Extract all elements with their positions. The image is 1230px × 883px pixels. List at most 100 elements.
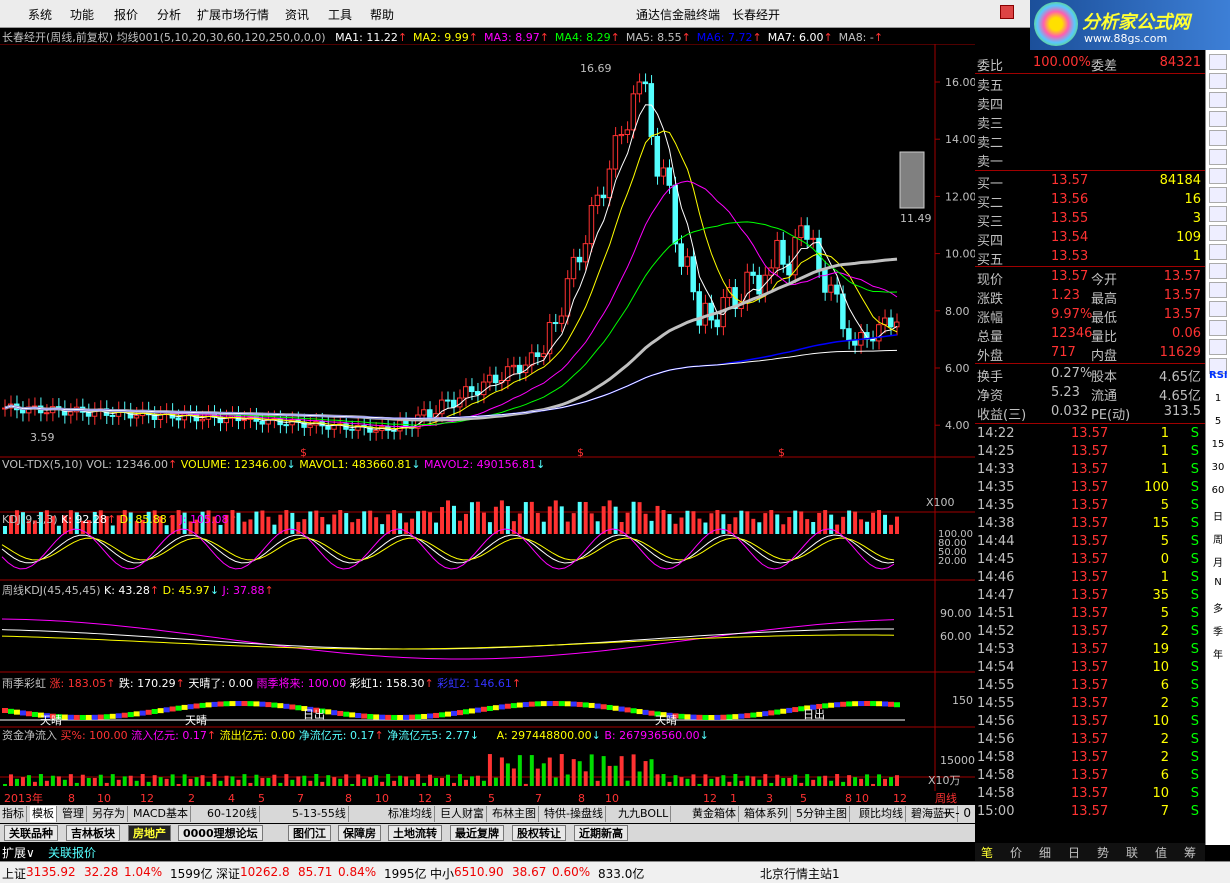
board-tab[interactable]: 土地流转 [388, 825, 442, 841]
quote-tab[interactable]: 筹 [1184, 844, 1196, 861]
period-button[interactable]: 周 [1209, 531, 1227, 547]
toolbar-tool-icon[interactable] [1209, 149, 1227, 165]
period-button[interactable]: 30 [1209, 462, 1227, 478]
period-button[interactable]: RSI [1209, 370, 1228, 386]
board-tab[interactable]: 保障房 [338, 825, 381, 841]
formula-tab[interactable]: 模板 [30, 806, 57, 822]
volume-bar [847, 510, 852, 534]
related-quote-tab[interactable]: 关联报价 [48, 844, 96, 861]
formula-tab[interactable]: 箱体系列 [742, 806, 791, 822]
toolbar-tool-icon[interactable] [1209, 73, 1227, 89]
rainbow-band [265, 702, 272, 708]
board-tab[interactable]: 关联品种 [4, 825, 58, 841]
toolbar-tool-icon[interactable] [1209, 244, 1227, 260]
period-button[interactable]: 季 [1209, 623, 1227, 639]
tick-row: 14:56 13.57 10 S [975, 714, 1205, 732]
period-button[interactable]: 5 [1209, 416, 1227, 432]
time-tick: 10 [855, 792, 869, 804]
toolbar-tool-icon[interactable] [1209, 301, 1227, 317]
menu-help[interactable]: 帮助 [370, 6, 394, 23]
volume-bar [338, 510, 343, 534]
candle-body [283, 424, 289, 427]
volume-bar [691, 511, 696, 534]
toolbar-tool-icon[interactable] [1209, 187, 1227, 203]
quote-tab[interactable]: 势 [1097, 844, 1109, 861]
rainbow-band [594, 703, 601, 709]
period-button[interactable]: 月 [1209, 554, 1227, 570]
quote-tab[interactable]: 笔 [981, 844, 993, 861]
formula-tab[interactable]: 九九BOLL [616, 806, 672, 822]
quote-tab[interactable]: 价 [1010, 844, 1022, 861]
candle-body [714, 319, 720, 328]
formula-tab[interactable]: 特供-操盘线 [542, 806, 606, 822]
menu-tools[interactable]: 工具 [328, 6, 352, 23]
period-button[interactable]: 1 [1209, 393, 1227, 409]
period-button[interactable]: 多 [1209, 600, 1227, 616]
board-tab[interactable]: 最近复牌 [450, 825, 504, 841]
volume-bar [475, 501, 480, 534]
candle-body [654, 135, 661, 177]
toolbar-tool-icon[interactable] [1209, 168, 1227, 184]
window-title: 通达信金融终端 长春经开 [636, 8, 781, 22]
formula-tab[interactable]: 另存为 [90, 806, 128, 822]
toolbar-tool-icon[interactable] [1209, 206, 1227, 222]
price-tick: 16.00 [945, 76, 975, 89]
formula-tab[interactable]: 黄金箱体 [690, 806, 739, 822]
formula-tab[interactable]: 指标 [0, 806, 27, 822]
formula-tab[interactable]: 管理 [60, 806, 87, 822]
volume-bar [487, 522, 492, 534]
rainbow-band [181, 704, 188, 710]
toolbar-tool-icon[interactable] [1209, 111, 1227, 127]
formula-tab[interactable]: 布林主图 [490, 806, 539, 822]
last-mark: 11.49 [900, 212, 932, 225]
menu-ext-market[interactable]: 扩展市场行情 [197, 6, 269, 23]
formula-tab[interactable]: 5分钟主图 [794, 806, 850, 822]
quote-tab[interactable]: 日 [1068, 844, 1080, 861]
wc-value: 84321 [1159, 55, 1201, 70]
tick-side: S [1190, 786, 1199, 801]
menu-analysis[interactable]: 分析 [157, 6, 181, 23]
volume-bar [272, 524, 277, 534]
quote-tab[interactable]: 细 [1039, 844, 1051, 861]
formula-tab[interactable]: 标准均线 [386, 806, 435, 822]
tab-scroll-controls[interactable]: + - 0 [941, 806, 971, 820]
stat-label: 总量 [977, 330, 1004, 345]
period-button[interactable]: N [1209, 577, 1227, 593]
tick-side: S [1190, 804, 1199, 819]
period-button[interactable]: 60 [1209, 485, 1227, 501]
toolbar-tool-icon[interactable] [1209, 54, 1227, 70]
board-tab[interactable]: 图们江 [288, 825, 331, 841]
toolbar-tool-icon[interactable] [1209, 92, 1227, 108]
menu-news[interactable]: 资讯 [285, 6, 309, 23]
toolbar-tool-icon[interactable] [1209, 282, 1227, 298]
toolbar-tool-icon[interactable] [1209, 130, 1227, 146]
menu-function[interactable]: 功能 [70, 6, 94, 23]
expand-tab[interactable]: 扩展∨ [2, 844, 35, 861]
formula-tab[interactable]: 5-13-55线 [290, 806, 349, 822]
close-icon[interactable] [1000, 5, 1014, 19]
buy-label: 买四 [977, 234, 1004, 249]
formula-tab[interactable]: 顾比均线 [857, 806, 906, 822]
board-tab[interactable]: 房地产 [128, 825, 171, 841]
board-tab[interactable]: 吉林板块 [66, 825, 120, 841]
formula-tab[interactable]: 60-120线 [205, 806, 260, 822]
period-button[interactable]: 日 [1209, 508, 1227, 524]
board-tab[interactable]: 0000理想论坛 [178, 825, 263, 841]
formula-tab[interactable]: 巨人财富 [438, 806, 487, 822]
candle-body [451, 399, 457, 408]
quote-tab[interactable]: 值 [1155, 844, 1167, 861]
quote-tab[interactable]: 联 [1126, 844, 1138, 861]
toolbar-tool-icon[interactable] [1209, 339, 1227, 355]
toolbar-tool-icon[interactable] [1209, 320, 1227, 336]
period-button[interactable]: 年 [1209, 646, 1227, 662]
toolbar-tool-icon[interactable] [1209, 225, 1227, 241]
menu-system[interactable]: 系统 [28, 6, 52, 23]
menu-quote[interactable]: 报价 [114, 6, 138, 23]
toolbar-tool-icon[interactable] [1209, 263, 1227, 279]
board-tab[interactable]: 股权转让 [512, 825, 566, 841]
period-button[interactable]: 15 [1209, 439, 1227, 455]
mavol2-value: MAVOL2: 490156.81 [424, 458, 537, 471]
formula-tab[interactable]: MACD基本 [131, 806, 191, 822]
buy-price: 13.55 [1051, 211, 1089, 226]
board-tab[interactable]: 近期新高 [574, 825, 628, 841]
